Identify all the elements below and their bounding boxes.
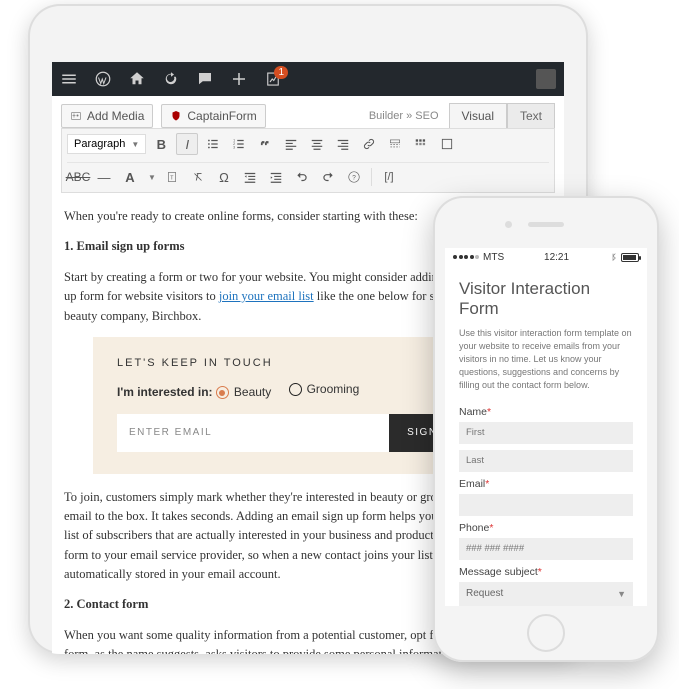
strikethrough-button[interactable]: ABC — [67, 166, 89, 188]
comment-icon[interactable] — [196, 70, 214, 88]
editor-toolbar: Paragraph▼ B I 123 ABC — A ▼ T Ω — [61, 128, 555, 193]
plus-icon[interactable] — [230, 70, 248, 88]
special-char-button[interactable]: Ω — [213, 166, 235, 188]
blockquote-button[interactable] — [254, 133, 276, 155]
builder-seo-label[interactable]: Builder » SEO — [369, 110, 439, 122]
heading-2: 2. Contact form — [64, 597, 148, 611]
wp-admin-bar: 1 — [52, 62, 564, 96]
editor-meta-bar: Add Media CaptainForm Builder » SEO Visu… — [52, 96, 564, 128]
align-left-button[interactable] — [280, 133, 302, 155]
bold-button[interactable]: B — [150, 133, 172, 155]
help-button[interactable]: ? — [343, 166, 365, 188]
notification-badge: 1 — [274, 66, 288, 79]
captainform-label: CaptainForm — [187, 109, 256, 123]
label-email: Email* — [459, 478, 633, 490]
heading-1: 1. Email sign up forms — [64, 239, 185, 253]
phone-screen: MTS 12:21 Visitor Interaction Form Use t… — [445, 248, 647, 606]
align-right-button[interactable] — [332, 133, 354, 155]
link-email-list[interactable]: join your email list — [219, 289, 314, 303]
svg-text:?: ? — [352, 174, 356, 181]
undo-button[interactable] — [291, 166, 313, 188]
select-subject[interactable]: Request ▼ — [459, 582, 633, 606]
clear-formatting-button[interactable] — [187, 166, 209, 188]
label-subject: Message subject* — [459, 566, 633, 578]
clock: 12:21 — [544, 252, 569, 263]
form-title: Visitor Interaction Form — [459, 279, 633, 319]
signup-email-input[interactable]: ENTER EMAIL — [117, 414, 389, 452]
insert-more-button[interactable] — [384, 133, 406, 155]
numbered-list-button[interactable]: 123 — [228, 133, 250, 155]
label-phone: Phone* — [459, 522, 633, 534]
radio-beauty[interactable]: Beauty — [216, 383, 271, 402]
label-name: Name* — [459, 406, 633, 418]
tab-visual[interactable]: Visual — [449, 103, 507, 128]
paste-text-button[interactable]: T — [161, 166, 183, 188]
toolbar-toggle-button[interactable] — [410, 133, 432, 155]
bluetooth-icon — [609, 252, 617, 262]
input-first-name[interactable] — [459, 422, 633, 444]
shortcode-button[interactable]: [/] — [378, 166, 400, 188]
chevron-down-icon: ▼ — [617, 589, 626, 599]
input-email[interactable] — [459, 494, 633, 516]
captainform-button[interactable]: CaptainForm — [161, 104, 265, 128]
tab-text[interactable]: Text — [507, 103, 555, 128]
italic-button[interactable]: I — [176, 133, 198, 155]
visitor-form: Visitor Interaction Form Use this visito… — [445, 267, 647, 606]
status-bar: MTS 12:21 — [445, 248, 647, 267]
link-button[interactable] — [358, 133, 380, 155]
outdent-button[interactable] — [239, 166, 261, 188]
input-phone[interactable] — [459, 538, 633, 560]
fullscreen-button[interactable] — [436, 133, 458, 155]
hamburger-icon[interactable] — [60, 70, 78, 88]
indent-button[interactable] — [265, 166, 287, 188]
paragraph-select[interactable]: Paragraph▼ — [67, 134, 146, 154]
redo-button[interactable] — [317, 166, 339, 188]
hr-button[interactable]: — — [93, 166, 115, 188]
phone-speaker — [528, 222, 564, 227]
add-media-button[interactable]: Add Media — [61, 104, 153, 128]
avatar[interactable] — [536, 69, 556, 89]
bullet-list-button[interactable] — [202, 133, 224, 155]
refresh-icon[interactable] — [162, 70, 180, 88]
text-color-caret[interactable]: ▼ — [145, 166, 157, 188]
signal-icon — [453, 255, 479, 259]
align-center-button[interactable] — [306, 133, 328, 155]
home-icon[interactable] — [128, 70, 146, 88]
battery-icon — [621, 253, 639, 262]
form-description: Use this visitor interaction form templa… — [459, 327, 633, 392]
seo-icon[interactable]: 1 — [264, 70, 282, 88]
text-color-button[interactable]: A — [119, 166, 141, 188]
carrier-label: MTS — [483, 252, 504, 263]
add-media-label: Add Media — [87, 109, 144, 123]
svg-text:T: T — [170, 175, 174, 181]
radio-grooming[interactable]: Grooming — [289, 380, 360, 399]
input-last-name[interactable] — [459, 450, 633, 472]
svg-text:3: 3 — [233, 146, 235, 150]
phone-frame: MTS 12:21 Visitor Interaction Form Use t… — [433, 196, 659, 662]
wordpress-icon[interactable] — [94, 70, 112, 88]
phone-camera — [505, 221, 512, 228]
phone-home-button[interactable] — [527, 614, 565, 652]
